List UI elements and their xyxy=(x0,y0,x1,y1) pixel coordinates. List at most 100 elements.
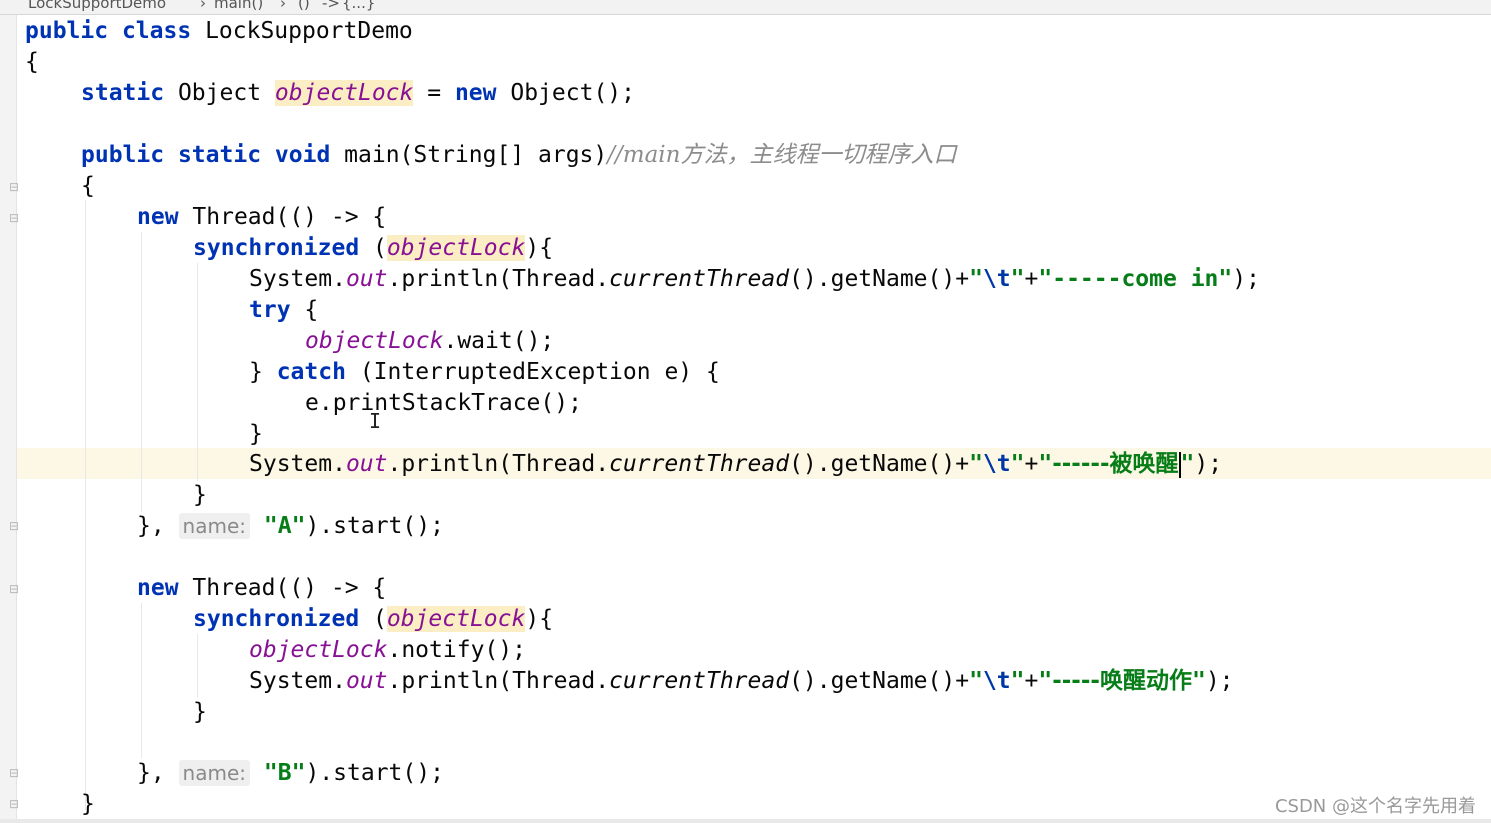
punctuation: ); xyxy=(1194,451,1223,477)
code-line[interactable]: } xyxy=(249,419,263,450)
fold-marker-icon[interactable]: ⊟ xyxy=(7,582,21,596)
code-line[interactable]: synchronized (objectLock){ xyxy=(193,233,553,264)
breadcrumb: LockSupportDemo › main() › () -> {...} xyxy=(0,0,1491,15)
punctuation: ); xyxy=(1205,668,1234,694)
editor-gutter[interactable] xyxy=(0,15,17,820)
code-line[interactable]: { xyxy=(81,171,95,202)
system-class: System. xyxy=(249,451,346,477)
punctuation: ); xyxy=(1232,266,1260,292)
code-line[interactable]: }, name: "A").start(); xyxy=(137,511,444,542)
static-method: currentThread xyxy=(609,451,790,477)
keyword: new xyxy=(454,80,497,106)
system-class: System. xyxy=(249,668,346,694)
fold-marker-icon[interactable]: ⊟ xyxy=(7,766,21,780)
keyword: public xyxy=(81,142,165,168)
brace: } xyxy=(193,699,207,725)
breadcrumb-item-method[interactable]: main() xyxy=(214,0,263,12)
escape-sequence: \t xyxy=(982,451,1011,477)
method-call: .wait(); xyxy=(443,328,555,354)
field-reference: objectLock xyxy=(386,606,526,632)
code-line[interactable]: System.out.println(Thread.currentThread(… xyxy=(249,264,1260,295)
keyword: synchronized xyxy=(193,606,360,632)
breadcrumb-item-arrow[interactable]: -> xyxy=(322,0,340,12)
brace: } xyxy=(81,791,95,817)
method-call: ().getName()+ xyxy=(789,668,970,694)
static-method: currentThread xyxy=(609,266,790,292)
brace: } xyxy=(249,421,263,447)
code-line[interactable]: }, name: "B").start(); xyxy=(137,758,444,789)
thread-constructor: Thread(() -> { xyxy=(192,204,387,230)
thread-constructor: Thread(() -> { xyxy=(192,575,387,601)
indent-guide xyxy=(197,263,198,481)
brace: } xyxy=(193,482,207,508)
text-cursor-icon: I xyxy=(369,409,382,433)
breadcrumb-separator: › xyxy=(200,0,206,12)
fold-marker-icon[interactable]: ⊟ xyxy=(7,180,21,194)
code-line[interactable]: System.out.println(Thread.currentThread(… xyxy=(249,449,1222,480)
method-call: ).start(); xyxy=(305,760,444,786)
method-call: .notify(); xyxy=(387,637,526,663)
method-signature: main(String[] args) xyxy=(344,142,608,168)
code-line[interactable]: public class LockSupportDemo xyxy=(25,16,413,47)
code-line[interactable]: try { xyxy=(249,295,318,326)
fold-marker-icon[interactable]: ⊟ xyxy=(7,797,21,811)
code-line[interactable]: objectLock.notify(); xyxy=(249,635,526,666)
breadcrumb-item-class[interactable]: LockSupportDemo xyxy=(28,0,166,12)
code-line[interactable]: new Thread(() -> { xyxy=(137,202,386,233)
brace: { xyxy=(25,49,39,75)
field-reference: out xyxy=(345,451,388,477)
code-line[interactable]: e.printStackTrace(); xyxy=(305,388,582,419)
field-reference: out xyxy=(345,668,388,694)
string-literal: "-----唤醒动作" xyxy=(1038,668,1206,694)
breadcrumb-item-block[interactable]: {...} xyxy=(342,0,375,12)
code-line[interactable]: } catch (InterruptedException e) { xyxy=(249,357,720,388)
method-call: ().getName()+ xyxy=(789,266,970,292)
breadcrumb-separator: › xyxy=(280,0,286,12)
indent-guide xyxy=(141,603,142,758)
string-literal: "\t" xyxy=(969,668,1025,694)
indent-guide xyxy=(197,634,198,697)
method-call: .println(Thread. xyxy=(387,451,610,477)
keyword: void xyxy=(274,142,331,168)
code-line[interactable]: synchronized (objectLock){ xyxy=(193,604,553,635)
keyword: synchronized xyxy=(193,235,360,261)
string-content: ------被唤醒 xyxy=(1052,451,1179,477)
fold-marker-icon[interactable]: ⊟ xyxy=(7,519,21,533)
field-reference: objectLock xyxy=(386,235,526,261)
string-content: -----唤醒动作 xyxy=(1052,668,1192,694)
method-call: .println(Thread. xyxy=(387,266,610,292)
type-name: Object xyxy=(177,80,262,106)
field-reference: out xyxy=(345,266,388,292)
code-line[interactable]: objectLock.wait(); xyxy=(305,326,554,357)
string-literal: "B" xyxy=(263,760,306,786)
code-line[interactable]: { xyxy=(25,47,39,78)
code-line[interactable]: } xyxy=(193,697,207,728)
keyword: try xyxy=(249,297,291,323)
string-literal: "A" xyxy=(263,513,306,539)
code-line[interactable]: } xyxy=(81,789,95,820)
editor-bottom-border xyxy=(0,819,1491,823)
string-content: -----come in xyxy=(1052,266,1219,292)
static-method: currentThread xyxy=(609,668,790,694)
method-call: .println(Thread. xyxy=(387,668,610,694)
code-line[interactable]: public static void main(String[] args)//… xyxy=(81,140,956,171)
comment: //main方法，主线程一切程序入口 xyxy=(607,142,957,168)
code-editor[interactable]: LockSupportDemo › main() › () -> {...} ⊟… xyxy=(0,0,1491,823)
code-line[interactable]: System.out.println(Thread.currentThread(… xyxy=(249,666,1234,697)
escape-sequence: \t xyxy=(982,266,1011,292)
code-line[interactable]: } xyxy=(193,480,207,511)
indent-guide xyxy=(85,200,86,810)
string-literal: "\t" xyxy=(969,451,1025,477)
field-reference: objectLock xyxy=(305,328,444,354)
parameter-hint: name: xyxy=(178,760,251,786)
text-caret xyxy=(1178,451,1181,478)
keyword: static xyxy=(177,142,262,168)
keyword: public xyxy=(25,18,109,44)
code-line[interactable]: new Thread(() -> { xyxy=(137,573,386,604)
method-call: ).start(); xyxy=(305,513,444,539)
keyword: new xyxy=(137,575,179,601)
breadcrumb-item-lambda[interactable]: () xyxy=(298,0,310,12)
fold-marker-icon[interactable]: ⊟ xyxy=(7,211,21,225)
string-literal: "\t" xyxy=(969,266,1025,292)
code-line[interactable]: static Object objectLock = new Object(); xyxy=(81,78,635,109)
